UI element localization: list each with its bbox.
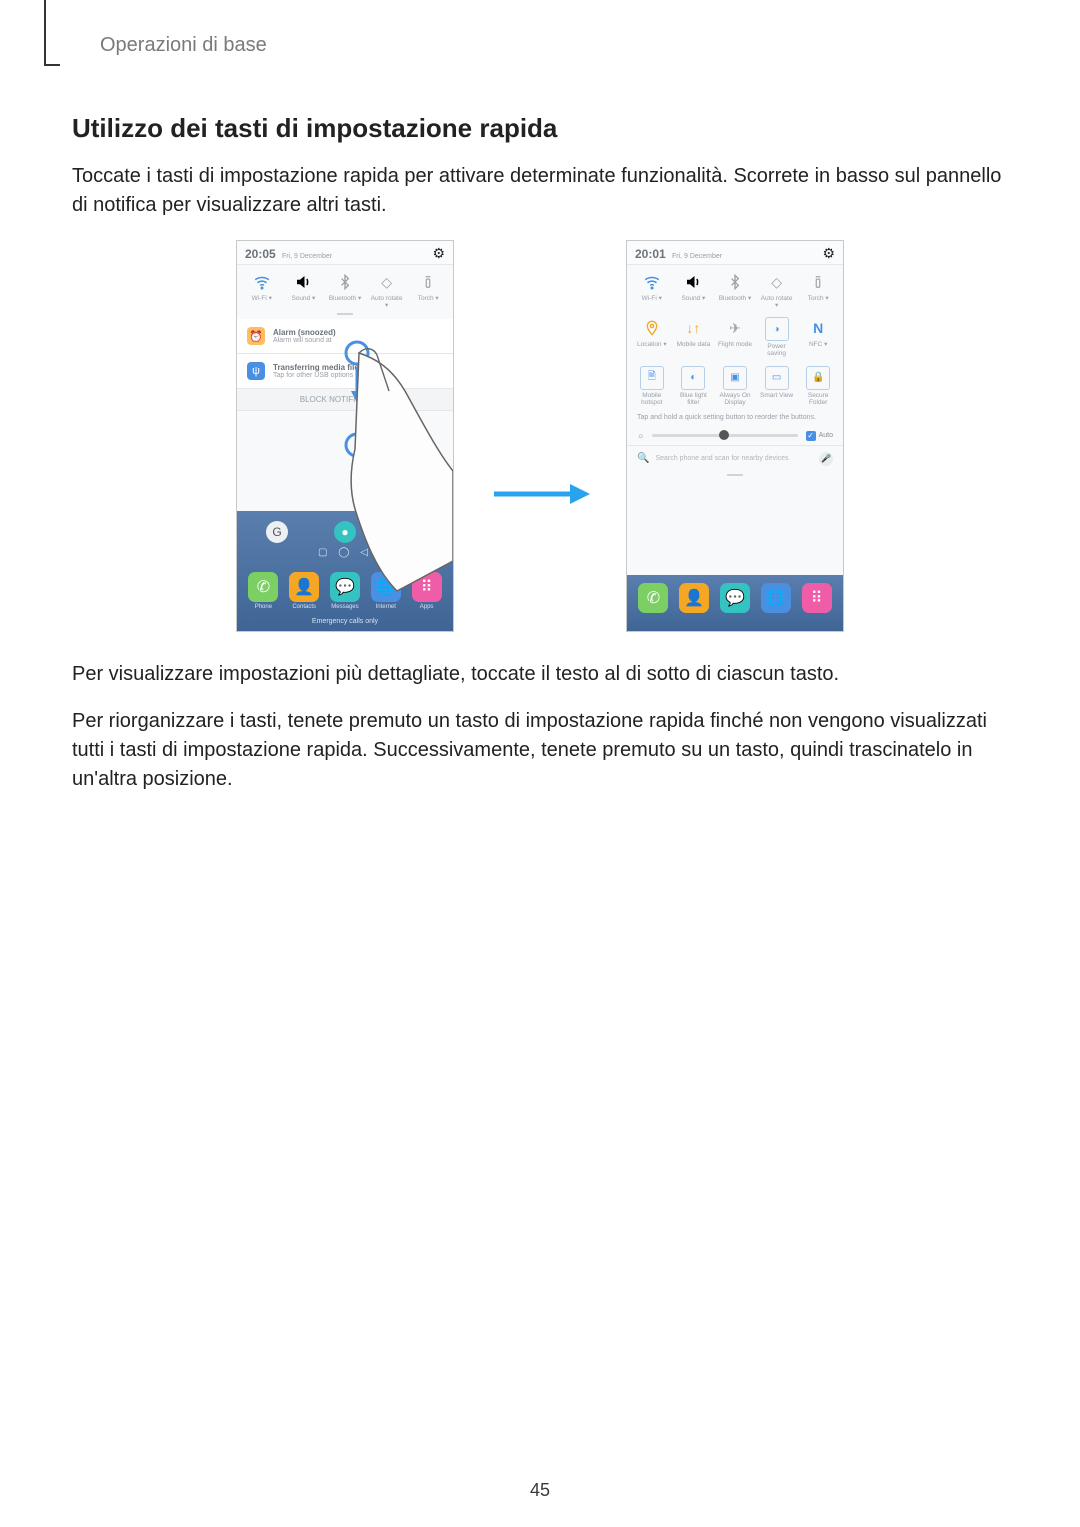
gear-icon[interactable]: ⚙ (822, 245, 835, 262)
notification-alarm[interactable]: ⏰ Alarm (snoozed) Alarm will sound at (237, 319, 453, 354)
camera-icon[interactable]: ● (334, 521, 356, 543)
qs-bluetooth[interactable]: Bluetooth ▾ (718, 271, 752, 309)
messages-icon[interactable]: 💬 (330, 572, 360, 602)
midbar-apps: G ● ▶ (237, 511, 453, 543)
messages-icon[interactable]: 💬 (720, 583, 750, 613)
qs-rotate[interactable]: ◇Auto rotate ▾ (370, 271, 404, 309)
qs-nfc[interactable]: NNFC ▾ (801, 317, 835, 357)
notification-usb[interactable]: ψ Transferring media files Tap for other… (237, 354, 453, 389)
figure-row: 20:05 Fri, 9 December ⚙ Wi-Fi ▾ Sound ▾ … (72, 240, 1008, 632)
qs-bluelight[interactable]: ◐Blue light filter (676, 366, 710, 406)
qs-wifi[interactable]: Wi-Fi ▾ (635, 271, 669, 309)
brightness-icon: ☼ (637, 431, 644, 440)
wifi-icon (641, 271, 663, 293)
bluetooth-icon (724, 271, 746, 293)
qs-smartview[interactable]: ▭Smart View (760, 366, 794, 406)
paragraph-reorder: Per riorganizzare i tasti, tenete premut… (72, 707, 1008, 794)
bluetooth-icon (334, 271, 356, 293)
breadcrumb: Operazioni di base (100, 34, 1008, 57)
search-icon: 🔍 (637, 453, 649, 464)
phone-mock-right: 20:01 Fri, 9 December ⚙ Wi-Fi ▾ Sound ▾ … (626, 240, 844, 632)
smartview-icon: ▭ (765, 366, 789, 390)
gear-icon[interactable]: ⚙ (432, 245, 445, 262)
qs-secure[interactable]: 🔒Secure Folder (801, 366, 835, 406)
search-placeholder: Search phone and scan for nearby devices (655, 455, 813, 462)
status-time: 20:01 (635, 247, 666, 261)
quick-settings-row: Wi-Fi ▾ Sound ▾ Bluetooth ▾ ◇Auto rotate… (237, 265, 453, 311)
qs-torch[interactable]: Torch ▾ (411, 271, 445, 309)
qs-sound[interactable]: Sound ▾ (676, 271, 710, 309)
qs-rotate[interactable]: ◇Auto rotate ▾ (760, 271, 794, 309)
bluelight-icon: ◐ (681, 366, 705, 390)
rotate-icon: ◇ (766, 271, 788, 293)
auto-brightness-toggle[interactable]: ✓Auto (806, 431, 833, 441)
page-number: 45 (0, 1480, 1080, 1501)
wifi-icon (251, 271, 273, 293)
status-date: Fri, 9 December (672, 253, 722, 260)
internet-icon[interactable]: 🌐 (761, 583, 791, 613)
status-time: 20:05 (245, 247, 276, 261)
securefolder-icon: 🔒 (806, 366, 830, 390)
search-bar[interactable]: 🔍 Search phone and scan for nearby devic… (627, 445, 843, 472)
qs-hotspot[interactable]: 🗎Mobile hotspot (635, 366, 669, 406)
mobiledata-icon: ↓↑ (682, 317, 704, 339)
qs-bluetooth[interactable]: Bluetooth ▾ (328, 271, 362, 309)
qs-sound[interactable]: Sound ▾ (286, 271, 320, 309)
transition-arrow (490, 480, 590, 513)
status-date: Fri, 9 December (282, 253, 332, 260)
notif-title: Transferring media files (273, 363, 363, 372)
qs-torch[interactable]: Torch ▾ (801, 271, 835, 309)
qs-power[interactable]: ◑Power saving (760, 317, 794, 357)
phone-icon[interactable]: ✆ (248, 572, 278, 602)
nav-bar: ▢ ◯ ◁ (237, 543, 453, 562)
emergency-text: Emergency calls only (237, 616, 453, 631)
nfc-icon: N (807, 317, 829, 339)
torch-icon (417, 271, 439, 293)
sound-icon (682, 271, 704, 293)
brightness-slider[interactable]: ☼ ✓Auto (627, 427, 843, 445)
qs-alwayson[interactable]: ▣Always On Display (718, 366, 752, 406)
phone-icon[interactable]: ✆ (638, 583, 668, 613)
dock: ✆Phone 👤Contacts 💬Messages 🌐Internet ⠿Ap… (237, 562, 453, 616)
page-tab-mark (44, 0, 60, 66)
alarm-icon: ⏰ (247, 327, 265, 345)
phone-mock-left: 20:05 Fri, 9 December ⚙ Wi-Fi ▾ Sound ▾ … (236, 240, 454, 632)
mic-icon[interactable]: 🎤 (819, 452, 833, 466)
drag-handle[interactable] (337, 313, 353, 315)
reorder-hint: Tap and hold a quick setting button to r… (627, 408, 843, 427)
contacts-icon[interactable]: 👤 (679, 583, 709, 613)
usb-icon: ψ (247, 362, 265, 380)
section-title: Utilizzo dei tasti di impostazione rapid… (72, 113, 1008, 144)
google-icon[interactable]: G (266, 521, 288, 543)
alwayson-icon: ▣ (723, 366, 747, 390)
drag-handle[interactable] (727, 474, 743, 476)
play-icon[interactable]: ▶ (402, 521, 424, 543)
apps-icon[interactable]: ⠿ (412, 572, 442, 602)
paragraph-detail: Per visualizzare impostazioni più dettag… (72, 660, 1008, 689)
apps-icon[interactable]: ⠿ (802, 583, 832, 613)
rotate-icon: ◇ (376, 271, 398, 293)
contacts-icon[interactable]: 👤 (289, 572, 319, 602)
sound-icon (292, 271, 314, 293)
qs-mobiledata[interactable]: ↓↑Mobile data (676, 317, 710, 357)
qs-wifi[interactable]: Wi-Fi ▾ (245, 271, 279, 309)
flight-icon: ✈ (724, 317, 746, 339)
notif-sub: Tap for other USB options (273, 372, 363, 379)
powersave-icon: ◑ (765, 317, 789, 341)
notif-sub: Alarm will sound at (273, 337, 336, 344)
qs-location[interactable]: Location ▾ (635, 317, 669, 357)
block-notifications[interactable]: BLOCK NOTIFICATIONS (237, 389, 453, 411)
internet-icon[interactable]: 🌐 (371, 572, 401, 602)
notif-title: Alarm (snoozed) (273, 328, 336, 337)
torch-icon (807, 271, 829, 293)
qs-flight[interactable]: ✈Flight mode (718, 317, 752, 357)
intro-paragraph: Toccate i tasti di impostazione rapida p… (72, 162, 1008, 220)
hotspot-icon: 🗎 (640, 366, 664, 390)
location-icon (641, 317, 663, 339)
